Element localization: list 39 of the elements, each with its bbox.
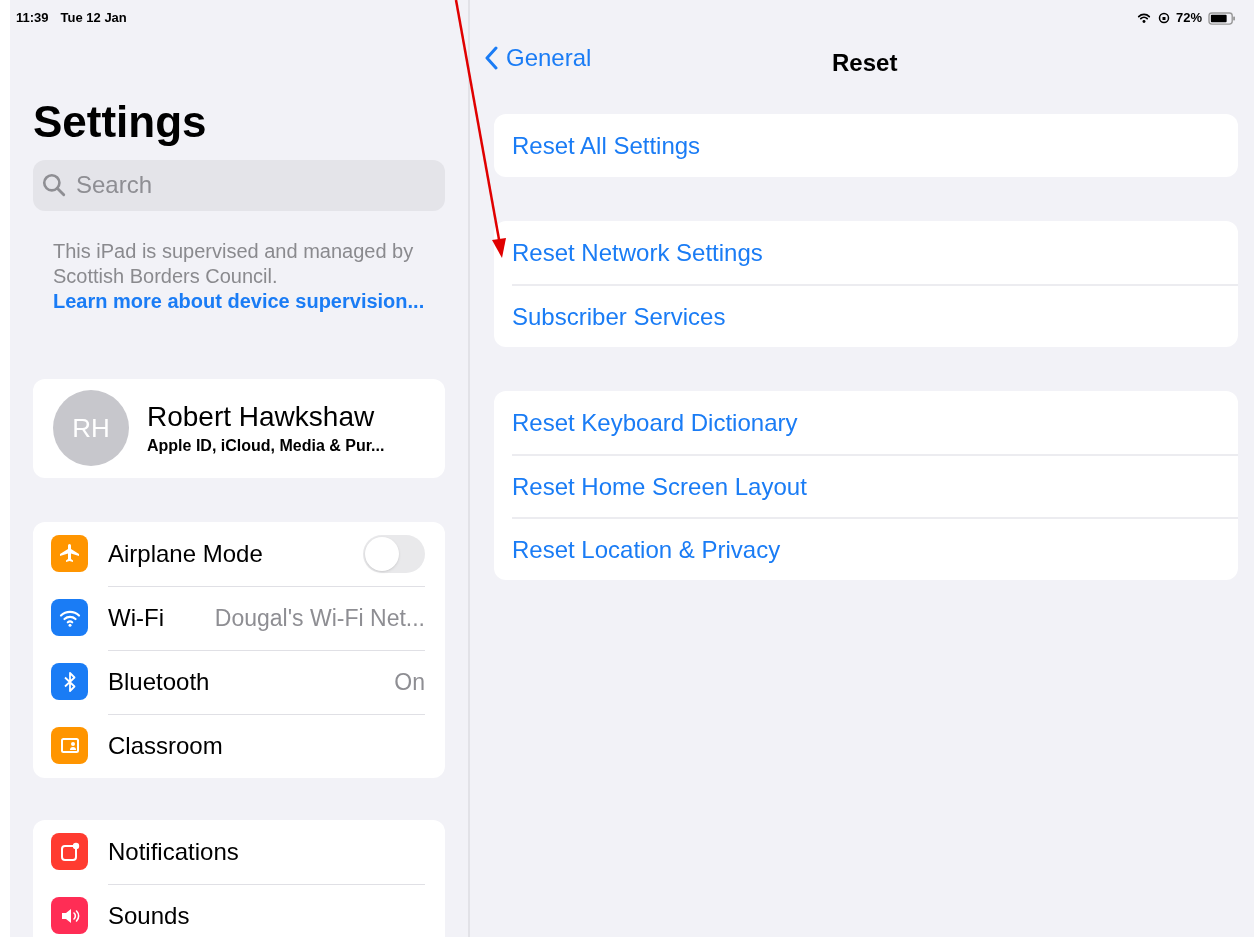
row-value: On — [394, 667, 425, 697]
settings-row[interactable]: Classroom — [33, 713, 445, 778]
reset-option[interactable]: Reset Network Settings — [512, 221, 1238, 284]
row-label: Wi-Fi — [108, 603, 164, 633]
learn-more-link[interactable]: Learn more about device supervision... — [53, 289, 425, 312]
row-label: Airplane Mode — [108, 538, 263, 569]
page-title: Reset — [832, 49, 898, 76]
sidebar-title: Settings — [33, 99, 207, 144]
search-field[interactable]: Search — [33, 159, 445, 211]
battery-percent: 72% — [1175, 9, 1202, 28]
supervision-note: This iPad is supervised and managed by Scottish Borders Council. Learn more about device supervision... — [52, 238, 426, 314]
battery-icon — [1208, 11, 1236, 25]
back-button[interactable]: General — [470, 40, 592, 76]
row-label: Notifications — [108, 836, 239, 867]
row-label: Bluetooth — [108, 667, 210, 697]
reset-option[interactable]: Reset Location & Privacy — [512, 517, 1238, 580]
avatar: RH — [53, 390, 129, 466]
status-time: 11:39 — [16, 9, 49, 27]
row-label: Sounds — [108, 901, 190, 931]
reset-option[interactable]: Reset Home Screen Layout — [512, 454, 1238, 517]
search-icon — [41, 171, 67, 198]
settings-row[interactable]: Notifications — [33, 819, 445, 884]
profile-card[interactable]: RH Robert Hawkshaw Apple ID, iCloud, Media & Pur... — [33, 378, 445, 478]
profile-subtitle: Apple ID, iCloud, Media & Pur... — [147, 435, 385, 456]
row-label: Classroom — [108, 731, 223, 761]
row-value: Dougal's Wi-Fi Net... — [214, 603, 425, 633]
wifi-icon — [1135, 11, 1152, 25]
reset-option[interactable]: Subscriber Services — [512, 284, 1238, 347]
status-date: Tue 12 Jan — [60, 9, 127, 27]
lock-rotation-icon — [1157, 12, 1170, 24]
settings-row[interactable]: Sounds — [33, 883, 445, 937]
reset-option[interactable]: Reset All Settings — [512, 114, 1238, 177]
reset-option[interactable]: Reset Keyboard Dictionary — [512, 391, 1238, 454]
settings-row[interactable]: Bluetooth On — [33, 649, 445, 714]
profile-name: Robert Hawkshaw — [147, 399, 376, 434]
settings-row[interactable]: Wi-Fi Dougal's Wi-Fi Net... — [33, 585, 445, 650]
settings-row[interactable]: Airplane Mode — [33, 521, 445, 586]
back-chevron-icon — [484, 46, 498, 70]
toggle-switch[interactable] — [363, 534, 425, 573]
